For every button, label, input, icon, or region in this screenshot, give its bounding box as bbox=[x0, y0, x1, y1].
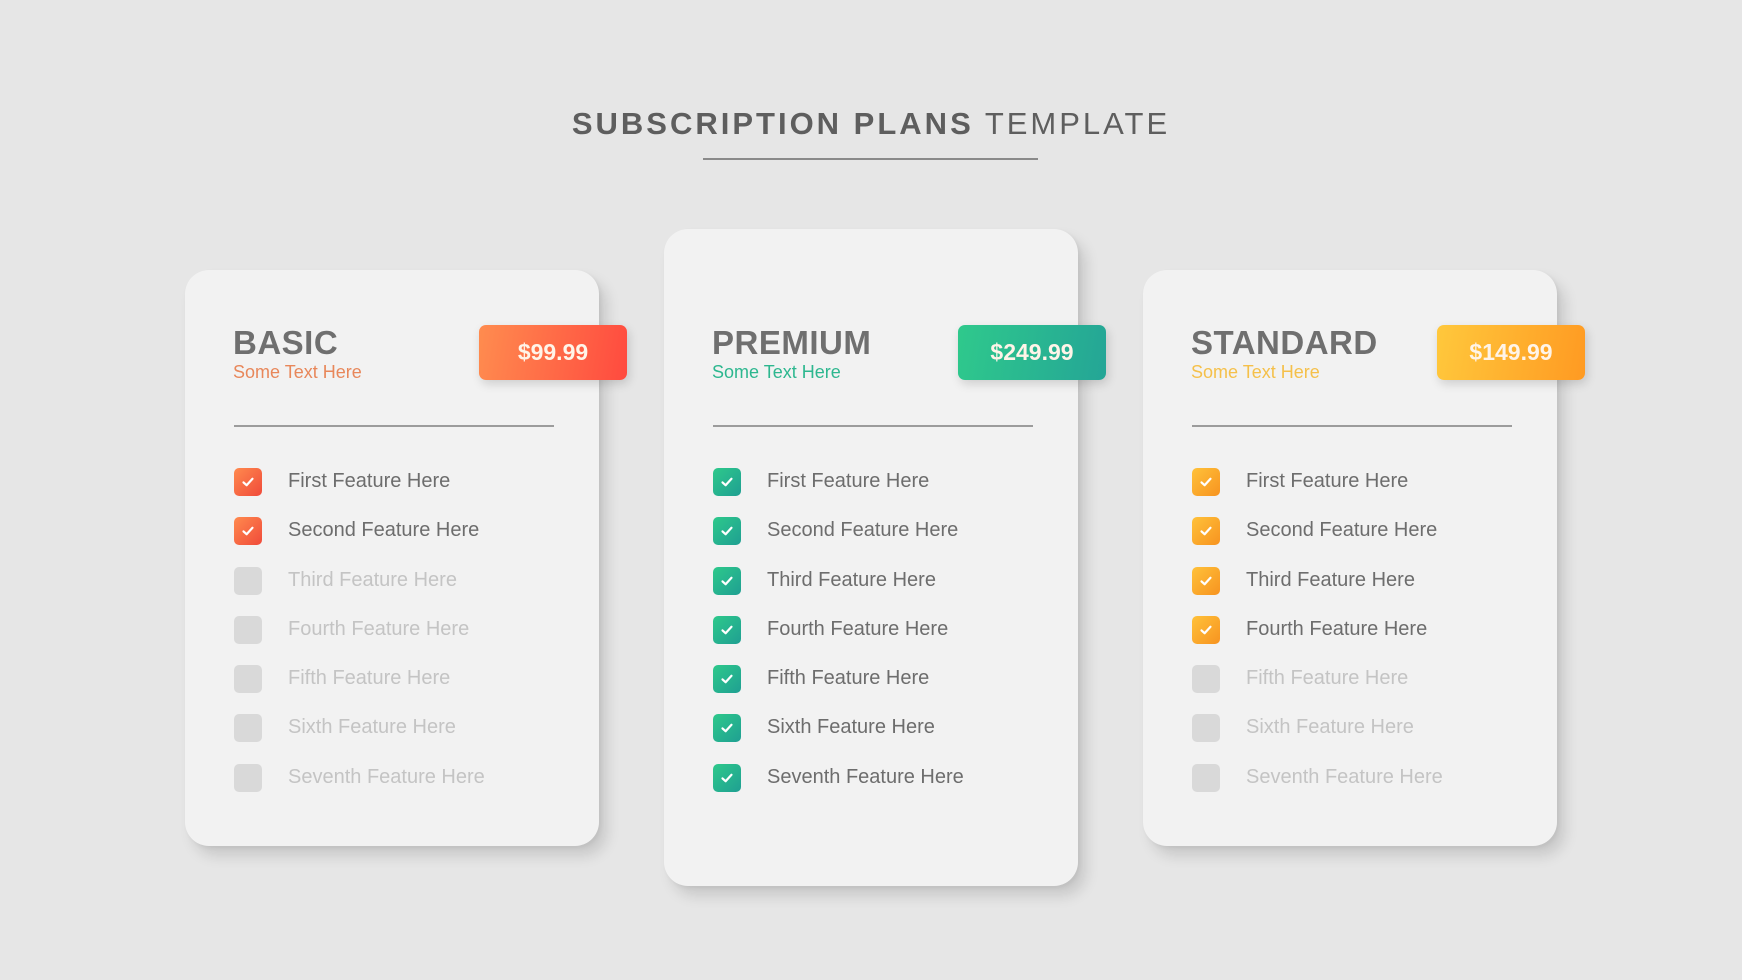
plan-card-basic[interactable]: BASIC Some Text Here $99.99 First Featur… bbox=[185, 270, 627, 846]
plan-subtitle: Some Text Here bbox=[712, 362, 841, 382]
checkbox-checked[interactable] bbox=[1192, 468, 1220, 496]
checkbox-checked[interactable] bbox=[713, 517, 741, 546]
check-icon bbox=[1200, 625, 1212, 635]
checkbox-unchecked[interactable] bbox=[234, 615, 262, 644]
page-title-light: TEMPLATE bbox=[984, 106, 1171, 141]
checkbox-unchecked[interactable] bbox=[234, 566, 262, 595]
plan-name: PREMIUM bbox=[712, 324, 872, 361]
checkbox-checked[interactable] bbox=[713, 468, 741, 496]
page-title-bold: SUBSCRIPTION PLANS bbox=[571, 106, 974, 141]
check-icon bbox=[1200, 477, 1212, 487]
feature-label: Sixth Feature Here bbox=[288, 716, 456, 739]
check-icon bbox=[1200, 576, 1212, 585]
checkbox-unchecked[interactable] bbox=[234, 714, 262, 743]
checkbox-unchecked[interactable] bbox=[1192, 714, 1220, 743]
feature-label: Third Feature Here bbox=[1246, 568, 1415, 591]
checkbox-checked[interactable] bbox=[234, 517, 262, 546]
checkbox-checked[interactable] bbox=[713, 566, 741, 595]
check-icon bbox=[721, 477, 733, 487]
check-icon bbox=[721, 625, 733, 635]
checkbox-checked[interactable] bbox=[713, 714, 741, 743]
checkbox-checked[interactable] bbox=[1192, 615, 1220, 644]
feature-label: Third Feature Here bbox=[288, 568, 457, 591]
checkbox-checked[interactable] bbox=[1192, 566, 1220, 595]
feature-label: First Feature Here bbox=[288, 470, 451, 492]
checkbox-checked[interactable] bbox=[1192, 517, 1220, 546]
checkbox-checked[interactable] bbox=[234, 468, 262, 496]
divider bbox=[234, 425, 554, 427]
feature-label: First Feature Here bbox=[767, 470, 930, 492]
check-icon bbox=[721, 773, 733, 783]
feature-label: Seventh Feature Here bbox=[1246, 765, 1443, 788]
plan-card-premium[interactable]: PREMIUM Some Text Here $249.99 First Fea… bbox=[664, 229, 1106, 886]
page-title: SUBSCRIPTION PLANS TEMPLATE bbox=[0, 106, 1742, 142]
check-icon bbox=[721, 576, 733, 585]
divider bbox=[1192, 425, 1512, 427]
checkbox-unchecked[interactable] bbox=[1192, 665, 1220, 694]
check-icon bbox=[242, 477, 254, 487]
divider bbox=[713, 425, 1033, 427]
check-icon bbox=[721, 724, 733, 733]
feature-label: Seventh Feature Here bbox=[767, 765, 964, 788]
feature-label: Second Feature Here bbox=[288, 519, 480, 542]
plan-subtitle: Some Text Here bbox=[233, 362, 362, 382]
checkbox-checked[interactable] bbox=[713, 615, 741, 644]
plan-card-standard[interactable]: STANDARD Some Text Here $149.99 First Fe… bbox=[1143, 270, 1585, 846]
checkbox-unchecked[interactable] bbox=[234, 665, 262, 694]
feature-label: Fourth Feature Here bbox=[767, 617, 949, 640]
feature-label: Second Feature Here bbox=[1246, 519, 1438, 542]
checkbox-checked[interactable] bbox=[713, 763, 741, 792]
feature-label: First Feature Here bbox=[1246, 470, 1409, 492]
feature-label: Sixth Feature Here bbox=[767, 716, 935, 739]
feature-label: Fifth Feature Here bbox=[288, 667, 451, 690]
checkbox-checked[interactable] bbox=[713, 665, 741, 694]
feature-label: Second Feature Here bbox=[767, 519, 959, 542]
feature-label: Fourth Feature Here bbox=[288, 617, 470, 640]
plan-name: STANDARD bbox=[1191, 324, 1378, 361]
check-icon bbox=[721, 674, 733, 684]
price-badge[interactable]: $99.99 bbox=[479, 325, 627, 380]
feature-label: Third Feature Here bbox=[767, 568, 936, 591]
feature-label: Seventh Feature Here bbox=[288, 765, 485, 788]
feature-label: Fifth Feature Here bbox=[1246, 667, 1409, 690]
plan-subtitle: Some Text Here bbox=[1191, 362, 1320, 382]
checkbox-unchecked[interactable] bbox=[234, 763, 262, 792]
check-icon bbox=[1200, 526, 1212, 536]
price-badge[interactable]: $149.99 bbox=[1437, 325, 1585, 380]
feature-label: Sixth Feature Here bbox=[1246, 716, 1414, 739]
title-underline bbox=[703, 158, 1038, 160]
feature-label: Fifth Feature Here bbox=[767, 667, 930, 690]
feature-label: Fourth Feature Here bbox=[1246, 617, 1428, 640]
check-icon bbox=[721, 526, 733, 536]
checkbox-unchecked[interactable] bbox=[1192, 763, 1220, 792]
price-badge[interactable]: $249.99 bbox=[958, 325, 1106, 380]
check-icon bbox=[242, 526, 254, 536]
plan-name: BASIC bbox=[233, 324, 339, 361]
